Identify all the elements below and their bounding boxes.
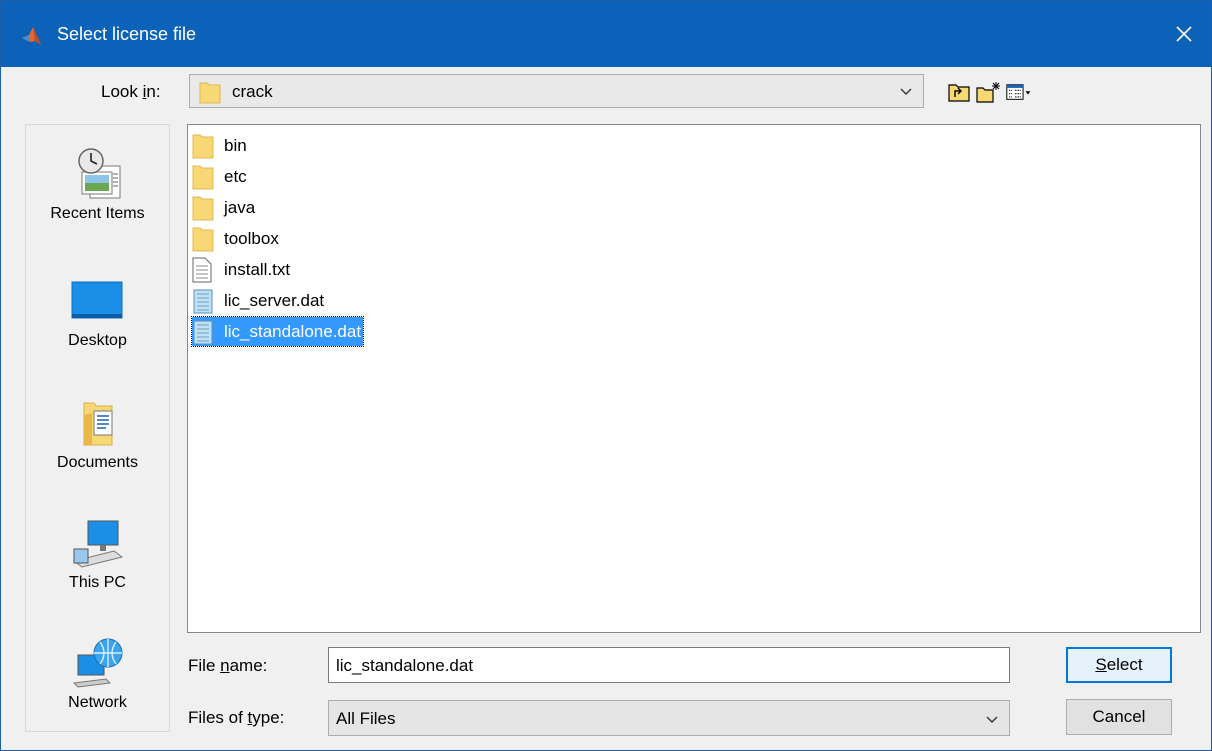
place-label: Documents [57,454,138,471]
place-this-pc[interactable]: This PC [26,515,169,592]
documents-icon [83,402,112,446]
folder-icon [199,82,221,104]
file-name-label: File name: [188,656,268,675]
place-label: Recent Items [50,205,145,222]
file-type-label: Files of type: [188,708,285,727]
close-icon [1176,26,1192,42]
list-item-folder-toolbox[interactable]: toolbox [192,224,281,253]
up-folder-icon [948,84,970,102]
file-name: lic_server.dat [224,290,325,310]
title-bar[interactable]: Select license file [1,1,1211,67]
chevron-down-icon[interactable] [985,709,999,729]
chevron-down-icon[interactable] [899,81,913,101]
this-pc-icon [72,520,123,568]
list-item-folder-bin[interactable]: bin [192,131,249,160]
dialog-toolbar [946,79,1032,105]
select-license-dialog: Select license file Look in: crack Recen… [0,0,1212,751]
view-menu-button[interactable] [1006,80,1032,104]
window-title: Select license file [57,24,197,44]
file-type-value: All Files [336,709,396,728]
list-item-file-install-txt[interactable]: install.txt [192,255,292,284]
file-name: install.txt [224,259,291,279]
look-in-value: crack [232,82,273,101]
folder-icon [192,165,214,189]
select-button-label: Select [1095,655,1143,674]
cancel-button[interactable]: Cancel [1066,699,1172,735]
close-button[interactable] [1157,1,1211,67]
list-item-file-lic-standalone[interactable]: lic_standalone.dat [190,316,365,347]
list-item-file-lic-server[interactable]: lic_server.dat [192,286,326,315]
file-name: toolbox [224,228,279,248]
details-view-icon [1006,84,1031,100]
network-icon [72,638,122,688]
new-folder-button[interactable] [976,80,1002,104]
place-label: This PC [69,574,126,591]
recent-items-icon [77,148,120,199]
file-type-dropdown[interactable]: All Files [328,700,1010,736]
new-folder-icon [976,82,1000,103]
file-name: lic_standalone.dat [224,321,362,341]
folder-icon [192,227,214,251]
up-folder-button[interactable] [946,80,972,104]
place-label: Network [68,694,127,711]
folder-icon [192,196,214,220]
cancel-button-label: Cancel [1092,707,1146,726]
text-file-icon [192,257,212,282]
desktop-icon [71,281,122,319]
places-bar: Recent Items Desktop Documents This PC N… [25,124,170,732]
look-in-dropdown[interactable]: crack [189,74,924,108]
file-name: bin [224,135,247,155]
place-label: Desktop [68,332,127,349]
place-network[interactable]: Network [26,635,169,712]
file-name: java [224,197,256,217]
file-name: etc [224,166,247,186]
dat-file-icon [193,289,213,313]
matlab-icon [22,27,41,45]
list-item-folder-etc[interactable]: etc [192,162,249,191]
folder-icon [192,134,214,158]
file-name-value: lic_standalone.dat [336,656,474,675]
look-in-label: Look in: [101,82,161,101]
select-button[interactable]: Select [1066,647,1172,683]
list-item-folder-java[interactable]: java [192,193,257,222]
file-name-input[interactable]: lic_standalone.dat [328,647,1010,683]
dat-file-icon [193,320,213,344]
place-recent-items[interactable]: Recent Items [26,146,169,223]
file-list[interactable]: bin etc java toolbox install.txt lic_ser… [187,124,1201,633]
place-documents[interactable]: Documents [26,395,169,472]
place-desktop[interactable]: Desktop [26,273,169,350]
